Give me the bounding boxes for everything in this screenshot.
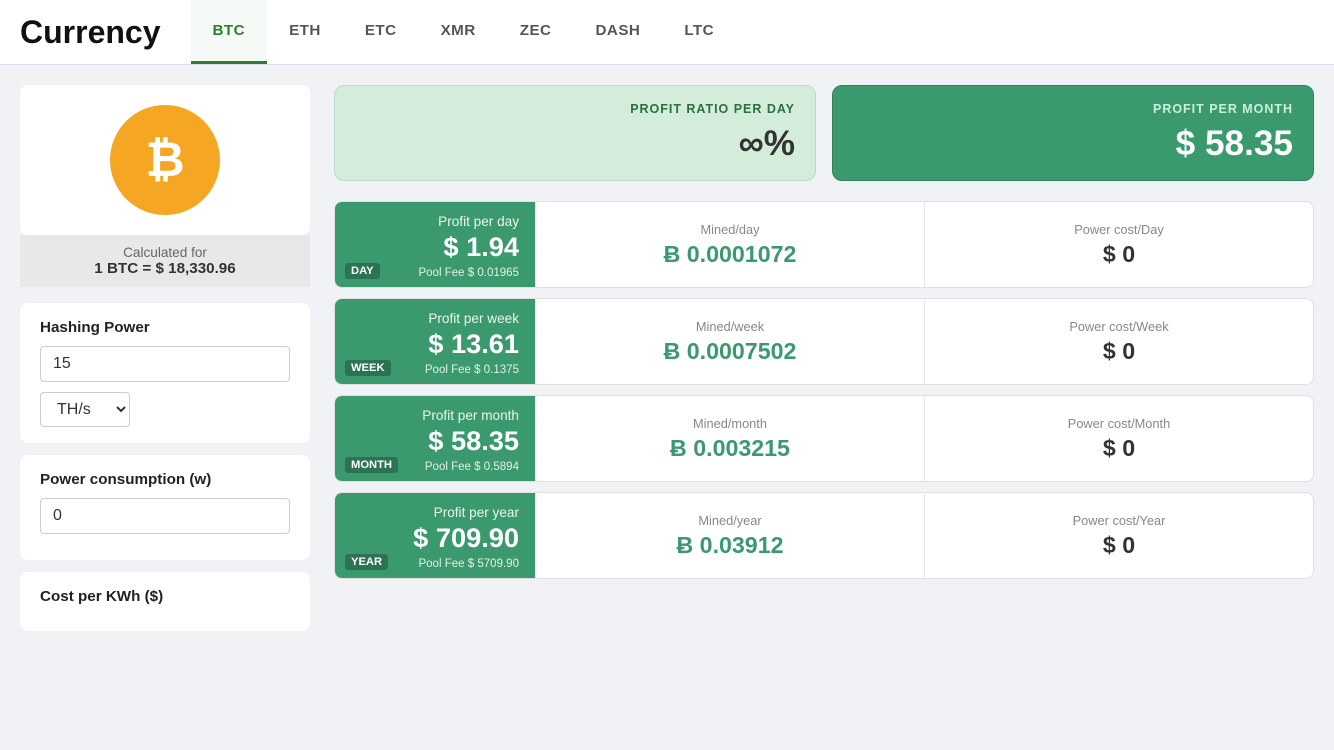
data-row-left-month: Profit per month $ 58.35 Pool Fee $ 0.58… [335,396,535,481]
mined-value-0: Ƀ 0.0001072 [556,241,904,268]
data-row-week: Profit per week $ 13.61 Pool Fee $ 0.137… [334,298,1314,385]
power-label-2: Power cost/Month [945,416,1293,431]
mined-value-3: Ƀ 0.03912 [556,532,904,559]
power-value-1: $ 0 [945,338,1293,365]
power-label-3: Power cost/Year [945,513,1293,528]
summary-card-day: PROFIT RATIO PER DAY ∞% [334,85,816,181]
profit-value-0: $ 1.94 [351,231,519,263]
power-cell-3: Power cost/Year $ 0 [924,493,1313,578]
profit-label-3: Profit per year [351,505,519,520]
currency-tab-etc[interactable]: ETC [343,0,419,64]
mined-cell-0: Mined/day Ƀ 0.0001072 [535,202,924,287]
data-row-month: Profit per month $ 58.35 Pool Fee $ 0.58… [334,395,1314,482]
cost-kwh-label: Cost per KWh ($) [40,588,290,605]
period-label-0: Day [345,263,380,279]
currency-tab-eth[interactable]: ETH [267,0,343,64]
mined-cell-3: Mined/year Ƀ 0.03912 [535,493,924,578]
summary-day-label: PROFIT RATIO PER DAY [355,102,795,116]
hashing-power-section: Hashing Power TH/s GH/s MH/s KH/s [20,303,310,443]
currency-tab-zec[interactable]: ZEC [498,0,574,64]
profit-value-3: $ 709.90 [351,522,519,554]
cost-kwh-section: Cost per KWh ($) [20,572,310,631]
power-value-2: $ 0 [945,435,1293,462]
power-cell-1: Power cost/Week $ 0 [924,299,1313,384]
profit-value-1: $ 13.61 [351,328,519,360]
period-label-3: Year [345,554,388,570]
mined-label-0: Mined/day [556,222,904,237]
hashing-unit-select[interactable]: TH/s GH/s MH/s KH/s [40,392,130,427]
data-row-left-year: Profit per year $ 709.90 Pool Fee $ 5709… [335,493,535,578]
power-cell-2: Power cost/Month $ 0 [924,396,1313,481]
coin-card: ₿ [20,85,310,235]
currency-tab-xmr[interactable]: XMR [419,0,498,64]
main-layout: ₿ Calculated for 1 BTC = $ 18,330.96 Has… [0,65,1334,651]
coin-icon: ₿ [110,105,220,215]
power-consumption-label: Power consumption (w) [40,471,290,488]
summary-cards: PROFIT RATIO PER DAY ∞% PROFIT PER MONTH… [334,85,1314,181]
profit-label-0: Profit per day [351,214,519,229]
mined-label-2: Mined/month [556,416,904,431]
mined-cell-2: Mined/month Ƀ 0.003215 [535,396,924,481]
power-label-0: Power cost/Day [945,222,1293,237]
profit-label-1: Profit per week [351,311,519,326]
summary-card-month: PROFIT PER MONTH $ 58.35 [832,85,1314,181]
mined-label-1: Mined/week [556,319,904,334]
currency-tabs: BTCETHETCXMRZECDASHLTC [191,0,737,64]
data-row-day: Profit per day $ 1.94 Pool Fee $ 0.01965… [334,201,1314,288]
profit-label-2: Profit per month [351,408,519,423]
calculated-for-label: Calculated for [36,245,294,260]
profit-value-2: $ 58.35 [351,425,519,457]
summary-day-value: ∞% [355,124,795,164]
currency-tab-btc[interactable]: BTC [191,0,268,64]
app-title: Currency [20,14,161,51]
power-consumption-section: Power consumption (w) [20,455,310,560]
btc-price: 1 BTC = $ 18,330.96 [36,260,294,277]
mined-label-3: Mined/year [556,513,904,528]
left-panel: ₿ Calculated for 1 BTC = $ 18,330.96 Has… [20,85,310,631]
data-row-year: Profit per year $ 709.90 Pool Fee $ 5709… [334,492,1314,579]
power-label-1: Power cost/Week [945,319,1293,334]
currency-tab-dash[interactable]: DASH [573,0,662,64]
app-header: Currency BTCETHETCXMRZECDASHLTC [0,0,1334,65]
period-label-2: Month [345,457,398,473]
hashing-power-label: Hashing Power [40,319,290,336]
hashing-power-input[interactable] [40,346,290,382]
summary-month-label: PROFIT PER MONTH [853,102,1293,116]
currency-tab-ltc[interactable]: LTC [662,0,736,64]
data-row-left-day: Profit per day $ 1.94 Pool Fee $ 0.01965… [335,202,535,287]
data-row-left-week: Profit per week $ 13.61 Pool Fee $ 0.137… [335,299,535,384]
mined-value-2: Ƀ 0.003215 [556,435,904,462]
power-value-0: $ 0 [945,241,1293,268]
mined-cell-1: Mined/week Ƀ 0.0007502 [535,299,924,384]
summary-month-value: $ 58.35 [853,124,1293,164]
power-value-3: $ 0 [945,532,1293,559]
mined-value-1: Ƀ 0.0007502 [556,338,904,365]
calc-for-section: Calculated for 1 BTC = $ 18,330.96 [20,235,310,287]
power-cell-0: Power cost/Day $ 0 [924,202,1313,287]
bitcoin-symbol: ₿ [145,133,184,188]
power-consumption-input[interactable] [40,498,290,534]
data-rows: Profit per day $ 1.94 Pool Fee $ 0.01965… [334,201,1314,579]
right-panel: PROFIT RATIO PER DAY ∞% PROFIT PER MONTH… [334,85,1314,631]
period-label-1: Week [345,360,391,376]
